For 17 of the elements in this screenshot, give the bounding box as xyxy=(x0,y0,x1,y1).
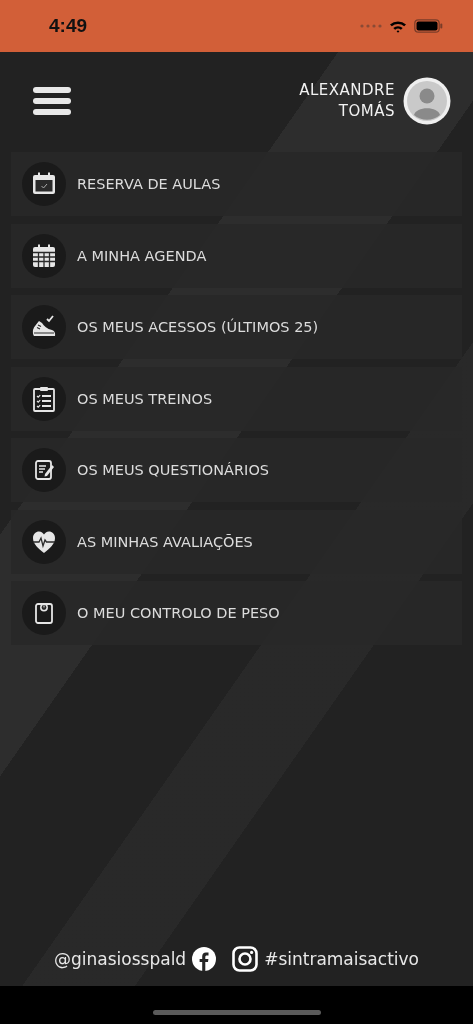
facebook-icon[interactable] xyxy=(192,947,217,971)
wifi-icon xyxy=(389,19,407,33)
menu-icon[interactable] xyxy=(32,86,72,116)
avatar-icon[interactable] xyxy=(403,77,451,125)
battery-icon xyxy=(414,19,443,33)
menu-item[interactable]: A MINHA AGENDA xyxy=(11,223,462,288)
clipboard-checklist-icon xyxy=(30,384,58,413)
signal-icon xyxy=(360,24,382,28)
social-handle: @ginasiosspald xyxy=(54,949,187,969)
menu-item[interactable]: RESERVA DE AULAS xyxy=(11,152,462,216)
hashtag-text: #sintramaisactivo xyxy=(264,949,419,969)
menu-item[interactable]: OS MEUS ACESSOS (ÚLTIMOS 25) xyxy=(11,295,462,359)
instagram-icon[interactable] xyxy=(232,946,259,972)
user-name: ALEXANDRE TOMÁS xyxy=(298,80,395,122)
menu-item[interactable]: AS MINHAS AVALIAÇÕES xyxy=(11,509,462,574)
clock-time: 4:49 xyxy=(49,15,88,37)
menu-item[interactable]: O MEU CONTROLO DE PESO xyxy=(11,581,462,645)
